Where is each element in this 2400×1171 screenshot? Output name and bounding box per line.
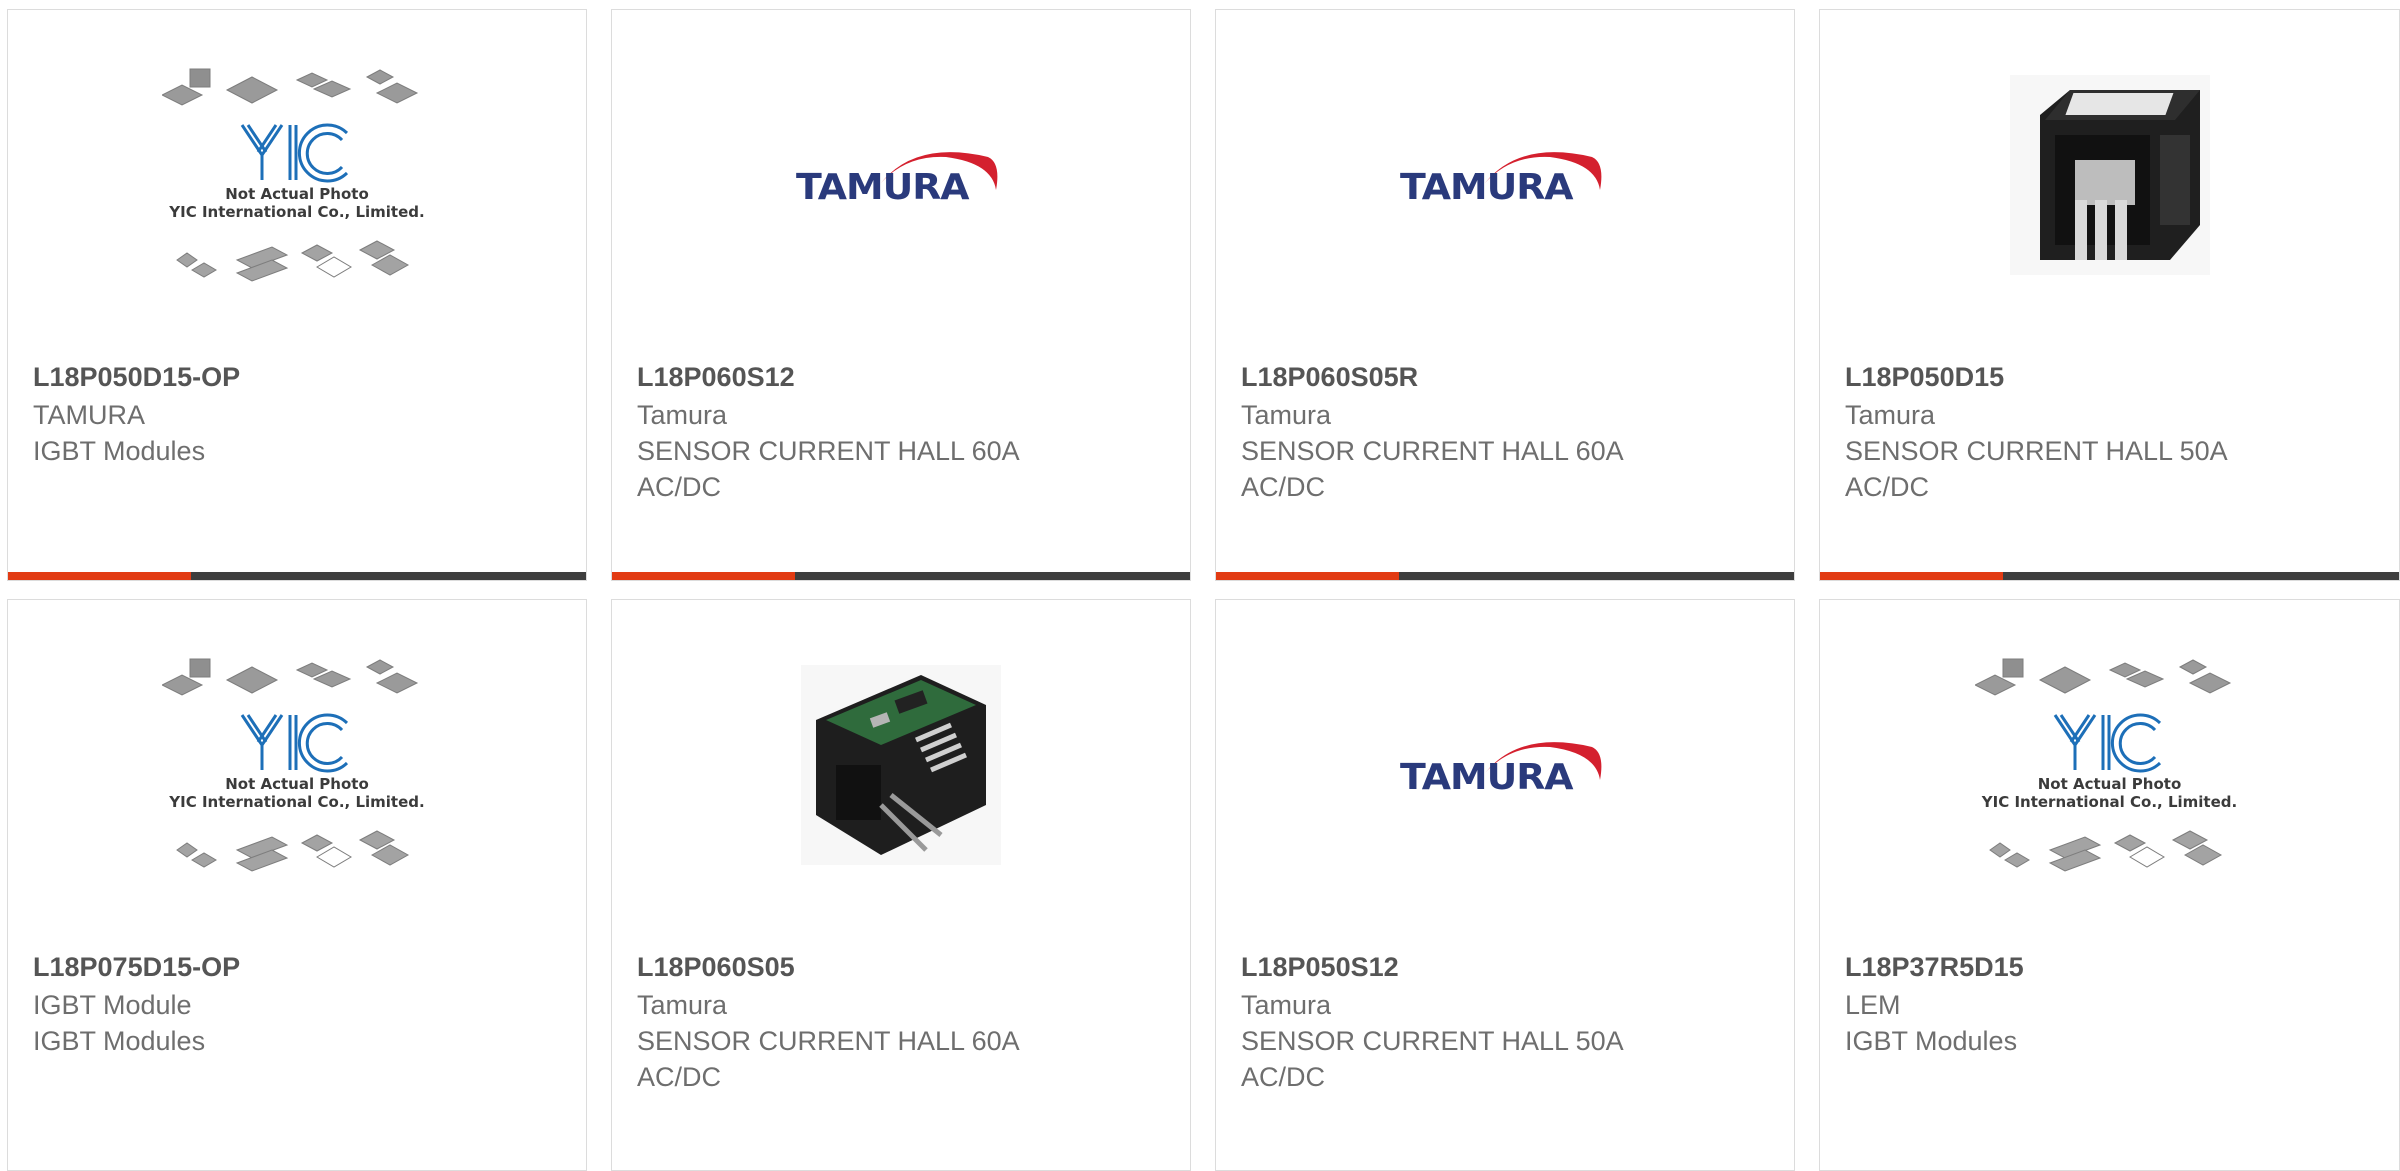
tamura-logo: TAMURA — [1400, 135, 1610, 215]
product-description: SENSOR CURRENT HALL 60A — [637, 436, 1020, 466]
product-part-number[interactable]: L18P060S12 — [637, 362, 795, 393]
image-caption: YIC International Co., Limited. — [169, 203, 425, 221]
product-description: IGBT Modules — [1845, 1026, 2018, 1056]
image-caption: YIC International Co., Limited. — [1981, 793, 2238, 811]
product-grid: Not Actual Photo YIC International Co., … — [0, 0, 2400, 1171]
image-caption: YIC International Co., Limited. — [169, 793, 425, 811]
product-card[interactable]: Not Actual Photo YIC International Co., … — [7, 9, 587, 581]
image-caption: Not Actual Photo — [225, 775, 369, 793]
tamura-logo-text: TAMURA — [796, 167, 970, 208]
product-image[interactable]: TAMURA — [1216, 655, 1794, 875]
current-sensor-photo — [2009, 75, 2210, 275]
product-card[interactable]: L18P060S05 Tamura SENSOR CURRENT HALL 60… — [611, 599, 1191, 1171]
product-description: SENSOR CURRENT HALL 50A — [1241, 1026, 1624, 1056]
card-progress-bar — [8, 572, 586, 580]
card-progress-bar — [612, 572, 1190, 580]
product-description-2: AC/DC — [1845, 472, 1930, 502]
card-progress-bar — [1820, 572, 2399, 580]
product-manufacturer: Tamura — [637, 400, 728, 430]
yic-placeholder-image: Not Actual Photo YIC International Co., … — [162, 645, 432, 885]
product-part-number[interactable]: L18P050S12 — [1241, 952, 1399, 983]
product-part-number[interactable]: L18P060S05R — [1241, 362, 1418, 393]
product-card[interactable]: Not Actual Photo YIC International Co., … — [1819, 599, 2400, 1171]
product-manufacturer: Tamura — [1241, 990, 1332, 1020]
chips-icon — [162, 658, 419, 872]
product-description: IGBT Modules — [33, 436, 206, 466]
product-card[interactable]: TAMURA L18P060S05R Tamura SENSOR CURRENT… — [1215, 9, 1795, 581]
product-image[interactable] — [612, 655, 1190, 875]
product-card[interactable]: Not Actual Photo YIC International Co., … — [7, 599, 587, 1171]
product-description-2: AC/DC — [637, 472, 722, 502]
image-caption: Not Actual Photo — [2037, 775, 2182, 793]
product-image[interactable]: Not Actual Photo YIC International Co., … — [8, 655, 586, 875]
product-manufacturer: Tamura — [1845, 400, 1936, 430]
yic-placeholder-image: Not Actual Photo YIC International Co., … — [1974, 645, 2245, 885]
product-image[interactable]: Not Actual Photo YIC International Co., … — [1820, 655, 2399, 875]
product-manufacturer: IGBT Module — [33, 990, 192, 1020]
product-card[interactable]: TAMURA L18P050S12 Tamura SENSOR CURRENT … — [1215, 599, 1795, 1171]
product-description: SENSOR CURRENT HALL 50A — [1845, 436, 2228, 466]
product-description: SENSOR CURRENT HALL 60A — [1241, 436, 1624, 466]
product-part-number[interactable]: L18P37R5D15 — [1845, 952, 2024, 983]
product-card[interactable]: L18P050D15 Tamura SENSOR CURRENT HALL 50… — [1819, 9, 2400, 581]
tamura-logo: TAMURA — [796, 135, 1006, 215]
current-sensor-board-photo — [801, 665, 1001, 865]
product-card[interactable]: TAMURA L18P060S12 Tamura SENSOR CURRENT … — [611, 9, 1191, 581]
product-image[interactable]: Not Actual Photo YIC International Co., … — [8, 65, 586, 285]
product-manufacturer: LEM — [1845, 990, 1901, 1020]
tamura-logo: TAMURA — [1400, 725, 1610, 805]
product-description: SENSOR CURRENT HALL 60A — [637, 1026, 1020, 1056]
chips-icon — [1974, 658, 2231, 872]
product-description: IGBT Modules — [33, 1026, 206, 1056]
tamura-logo-text: TAMURA — [1400, 167, 1574, 208]
product-part-number[interactable]: L18P060S05 — [637, 952, 795, 983]
tamura-logo-text: TAMURA — [1400, 757, 1574, 798]
yic-placeholder-image: Not Actual Photo YIC International Co., … — [162, 55, 432, 295]
product-part-number[interactable]: L18P050D15-OP — [33, 362, 240, 393]
chips-icon — [162, 68, 419, 282]
product-manufacturer: TAMURA — [33, 400, 145, 430]
card-progress-bar — [1216, 572, 1794, 580]
product-manufacturer: Tamura — [637, 990, 728, 1020]
product-part-number[interactable]: L18P075D15-OP — [33, 952, 240, 983]
product-part-number[interactable]: L18P050D15 — [1845, 362, 2004, 393]
product-description-2: AC/DC — [637, 1062, 722, 1092]
product-image[interactable]: TAMURA — [612, 65, 1190, 285]
product-image[interactable] — [1820, 65, 2399, 285]
product-image[interactable]: TAMURA — [1216, 65, 1794, 285]
image-caption: Not Actual Photo — [225, 185, 369, 203]
product-description-2: AC/DC — [1241, 1062, 1326, 1092]
product-description-2: AC/DC — [1241, 472, 1326, 502]
product-manufacturer: Tamura — [1241, 400, 1332, 430]
